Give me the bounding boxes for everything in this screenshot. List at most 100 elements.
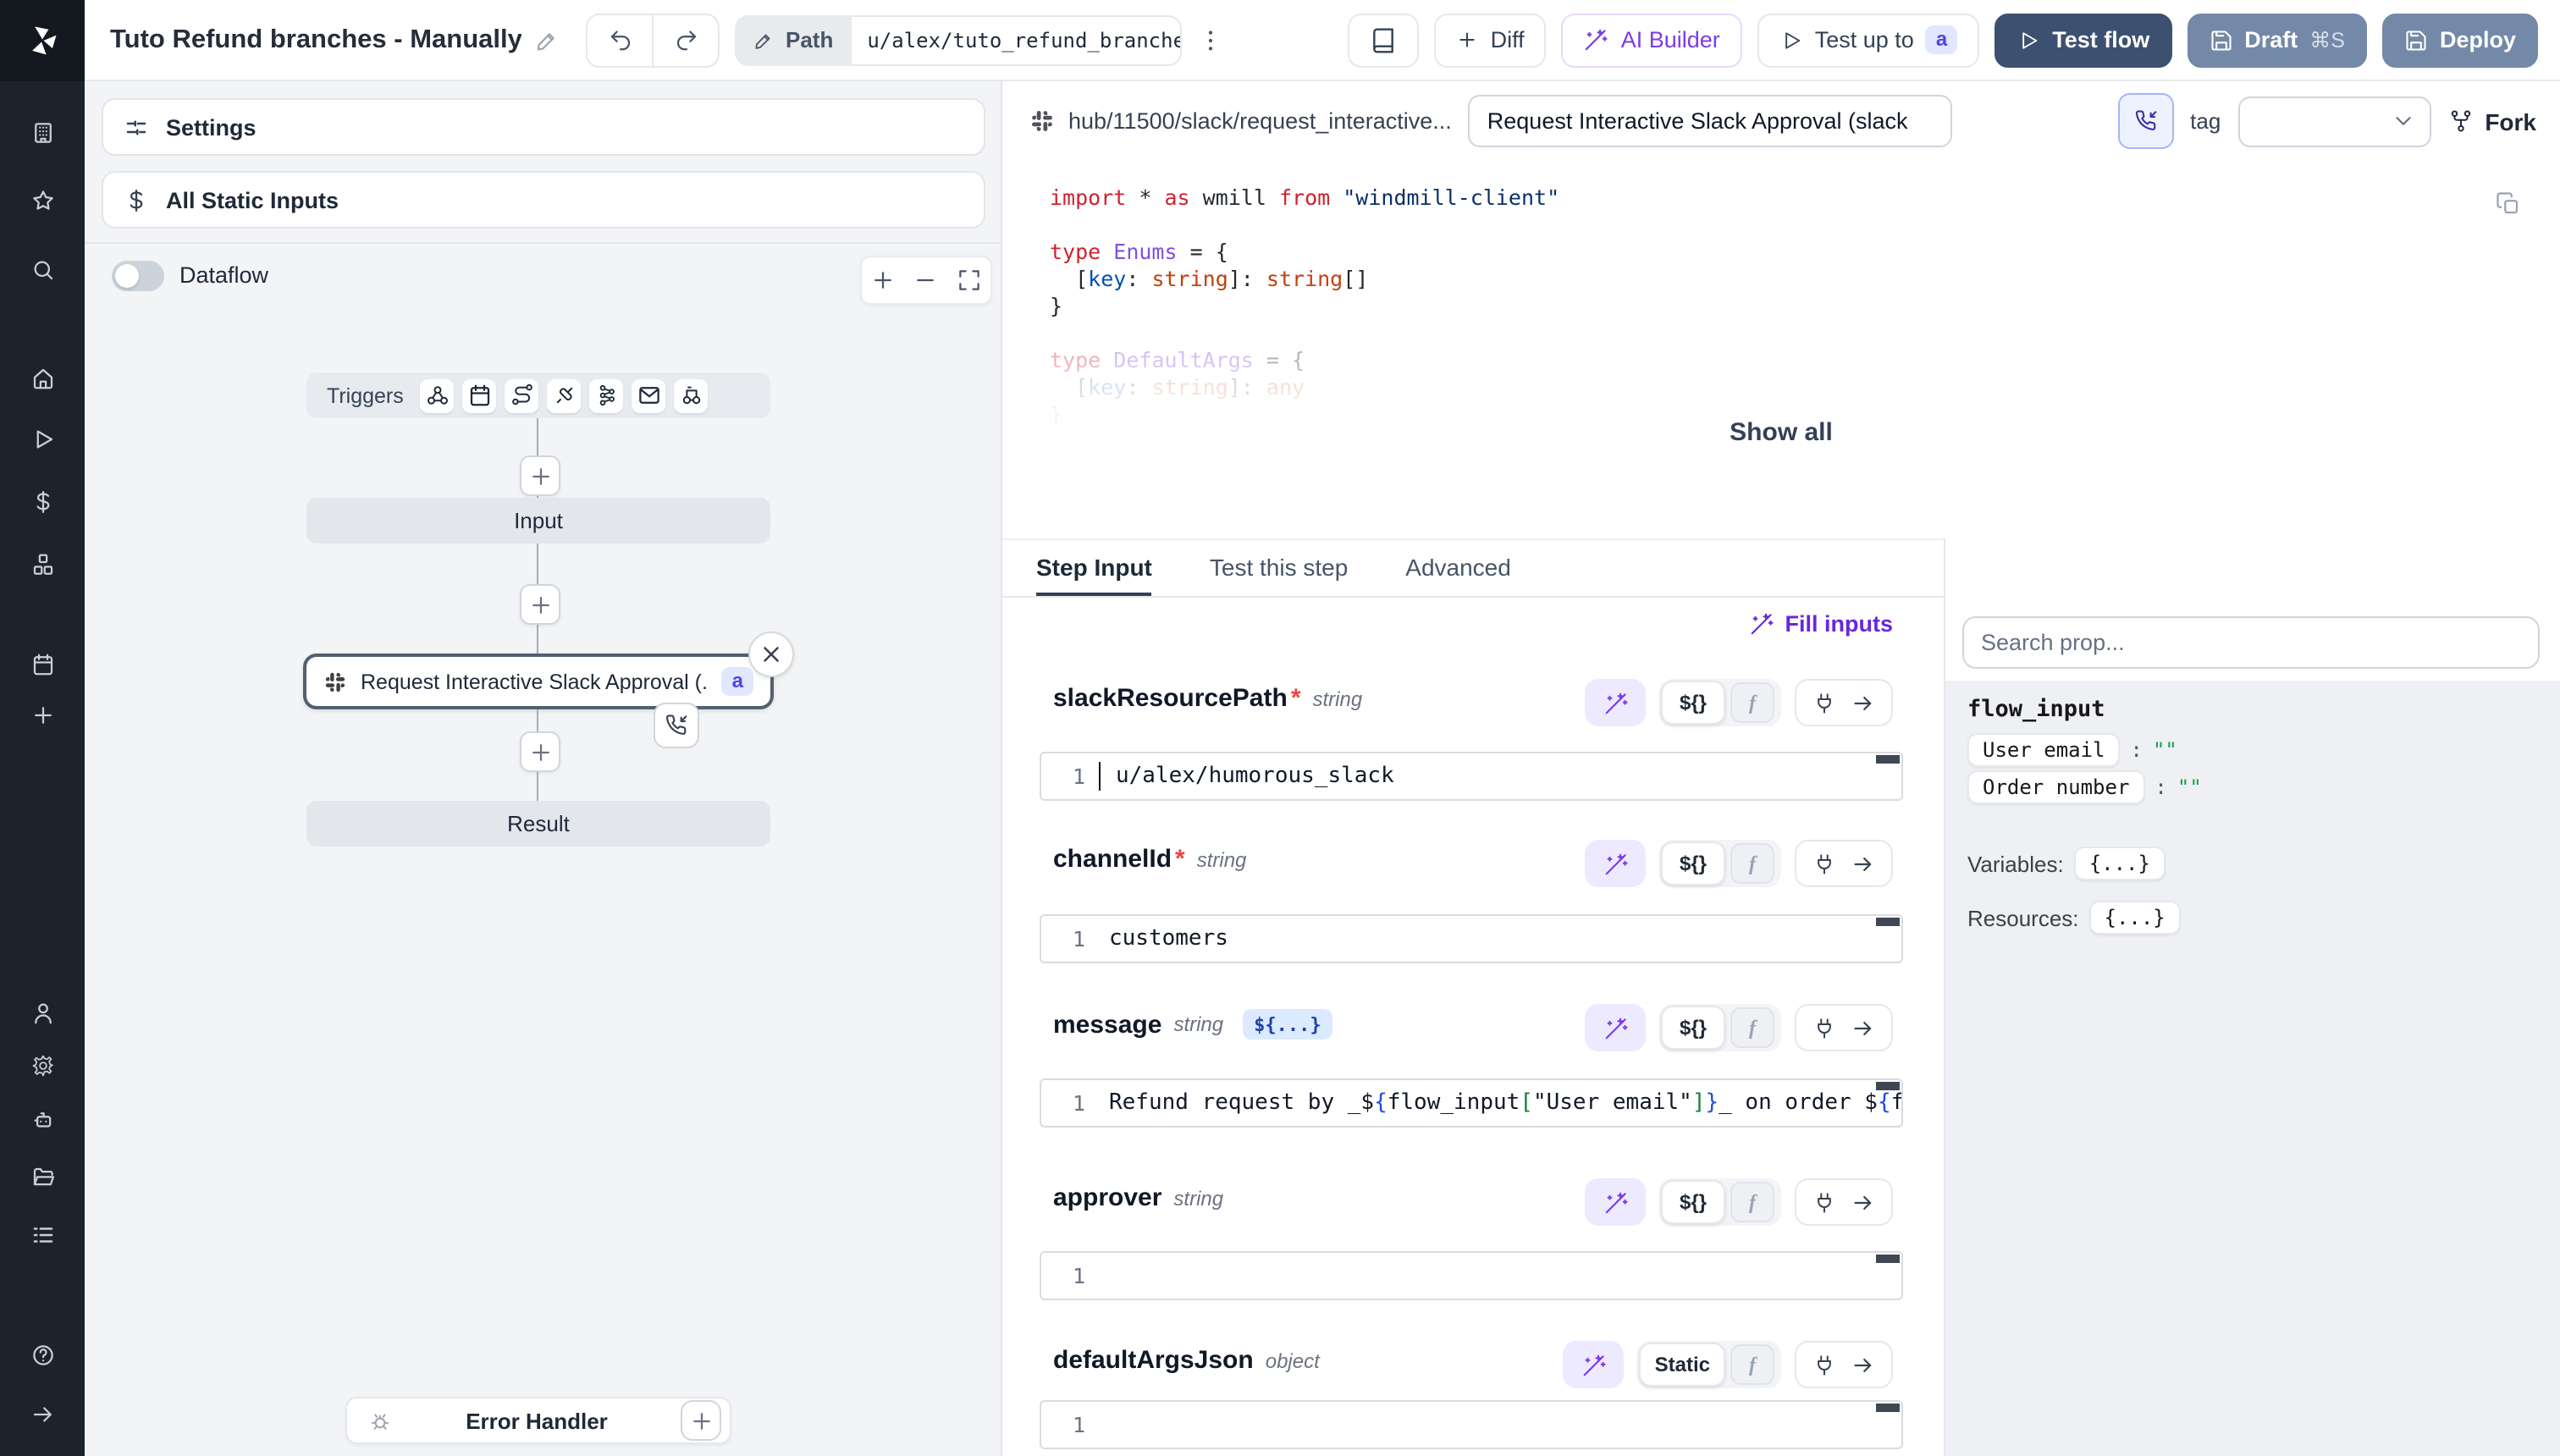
field-editor-message[interactable]: 1 Refund request by _${flow_input["User … [1040, 1078, 1903, 1128]
settings-card[interactable]: Settings [102, 98, 985, 156]
insert-step-button-3[interactable] [520, 731, 560, 772]
search-prop-input[interactable] [1962, 616, 2540, 669]
ai-fill-wand-button[interactable] [1585, 1004, 1646, 1051]
users-person-icon[interactable] [0, 1001, 85, 1026]
dataflow-toggle[interactable] [112, 261, 164, 291]
expr-mode-button[interactable]: ${} [1661, 841, 1725, 885]
tag-select[interactable] [2237, 96, 2430, 146]
field-buttons-slackResourcePath: ${}f [1585, 679, 1893, 726]
audit-logs-list-icon[interactable] [0, 1222, 85, 1248]
prop-key-pill[interactable]: Order number [1967, 770, 2144, 804]
schedule-trigger-icon[interactable] [463, 378, 497, 412]
prop-key-pill[interactable]: User email [1967, 733, 2121, 767]
ai-builder-button[interactable]: AI Builder [1562, 13, 1742, 67]
connect-input-button[interactable] [1795, 1341, 1893, 1388]
fx-toggle-button[interactable]: f [1730, 1007, 1774, 1048]
resources-row: Resources: {...} [1967, 901, 2181, 935]
expr-mode-button[interactable]: ${} [1661, 681, 1725, 725]
folders-icon[interactable] [0, 1165, 85, 1190]
expand-sidebar-arrow-icon[interactable] [0, 1402, 85, 1427]
ai-fill-wand-button[interactable] [1585, 1178, 1646, 1226]
connect-input-button[interactable] [1795, 840, 1893, 887]
tab-test-this-step[interactable]: Test this step [1210, 540, 1348, 596]
test-flow-button[interactable]: Test flow [1994, 13, 2171, 67]
email-trigger-icon[interactable] [632, 378, 666, 412]
ai-fill-wand-button[interactable] [1585, 840, 1646, 887]
code-editor[interactable]: import * as wmill from "windmill-client"… [1002, 161, 2560, 538]
error-handler-node[interactable]: Error Handler [345, 1397, 731, 1444]
edit-title-pencil-icon[interactable] [536, 28, 560, 52]
fx-toggle-button[interactable]: f [1730, 843, 1774, 884]
docs-book-button[interactable] [1349, 13, 1420, 67]
connect-input-button[interactable] [1795, 1178, 1893, 1226]
path-pencil-icon [753, 30, 774, 50]
tab-step-input[interactable]: Step Input [1036, 540, 1152, 596]
connect-input-button[interactable] [1795, 1004, 1893, 1051]
add-plus-icon[interactable] [0, 703, 85, 728]
variables-dollar-icon[interactable] [0, 489, 85, 515]
variables-expand-pill[interactable]: {...} [2074, 847, 2166, 880]
fx-toggle-button[interactable]: f [1730, 1344, 1774, 1385]
kafka-trigger-icon[interactable] [590, 378, 624, 412]
deploy-button[interactable]: Deploy [2382, 13, 2538, 67]
ai-fill-wand-button[interactable] [1564, 1341, 1625, 1388]
fit-view-icon[interactable] [957, 267, 982, 293]
draft-button[interactable]: Draft⌘S [2187, 13, 2367, 67]
search-icon[interactable] [0, 257, 85, 283]
poll-trigger-icon[interactable] [675, 378, 709, 412]
undo-button[interactable] [588, 14, 652, 65]
field-editor-approver[interactable]: 1 [1040, 1251, 1903, 1300]
expr-mode-button[interactable]: ${} [1661, 1180, 1725, 1224]
triggers-bar[interactable]: Triggers [306, 372, 770, 418]
fork-button[interactable]: Fork [2447, 108, 2536, 135]
workspace-building-icon[interactable] [0, 120, 85, 146]
windmill-logo-icon[interactable] [0, 0, 85, 81]
test-up-to-button[interactable]: Test up toa [1757, 13, 1979, 67]
hub-script-path[interactable]: hub/11500/slack/request_interactive... [1029, 108, 1452, 134]
webhook-trigger-icon[interactable] [421, 378, 455, 412]
step-summary-input[interactable]: Request Interactive Slack Approval (slac… [1469, 95, 1953, 147]
suspend-settings-phone-button[interactable] [2117, 93, 2173, 149]
fx-toggle-button[interactable]: f [1730, 1182, 1774, 1222]
insert-step-button-2[interactable] [520, 584, 560, 625]
field-editor-slackResourcePath[interactable]: 1 u/alex/humorous_slack [1040, 752, 1903, 801]
path-input[interactable]: u/alex/tuto_refund_branches_ [852, 14, 1182, 65]
suspend-phone-incoming-icon[interactable] [654, 703, 699, 748]
ai-fill-wand-button[interactable] [1585, 679, 1646, 726]
home-icon[interactable] [0, 366, 85, 391]
copy-code-icon[interactable] [2496, 191, 2521, 225]
settings-gear-icon[interactable] [0, 1053, 85, 1078]
schedules-calendar-icon[interactable] [0, 652, 85, 677]
workers-robot-icon[interactable] [0, 1107, 85, 1133]
http-route-trigger-icon[interactable] [505, 378, 539, 412]
field-editor-channelId[interactable]: 1 customers [1040, 914, 1903, 963]
expr-mode-button[interactable]: ${} [1661, 1006, 1725, 1050]
fill-inputs-button[interactable]: Fill inputs [1750, 611, 1894, 637]
field-editor-defaultArgsJson[interactable]: 1 [1040, 1400, 1903, 1449]
arrow-right-icon [1851, 851, 1876, 876]
show-all-button[interactable]: Show all [1002, 418, 2560, 447]
more-options-kebab-icon[interactable] [1197, 26, 1224, 53]
resources-cubes-icon[interactable] [0, 552, 85, 577]
add-error-handler-button[interactable] [681, 1400, 721, 1441]
favorites-star-icon[interactable] [0, 188, 85, 213]
zoom-in-icon[interactable] [870, 267, 896, 293]
help-icon[interactable] [0, 1343, 85, 1368]
static-mode-button[interactable]: Static [1640, 1343, 1725, 1387]
input-node[interactable]: Input [306, 498, 770, 543]
resources-expand-pill[interactable]: {...} [2089, 901, 2181, 935]
canvas-zoom-controls [860, 256, 992, 305]
redo-button[interactable] [652, 14, 718, 65]
result-node[interactable]: Result [306, 801, 770, 847]
connect-input-button[interactable] [1795, 679, 1893, 726]
insert-step-button-1[interactable] [520, 455, 560, 496]
all-static-inputs-card[interactable]: All Static Inputs [102, 171, 985, 229]
websocket-trigger-icon[interactable] [548, 378, 582, 412]
fx-toggle-button[interactable]: f [1730, 682, 1774, 723]
runs-play-icon[interactable] [0, 427, 85, 452]
zoom-out-icon[interactable] [913, 267, 939, 293]
diff-button[interactable]: Diff [1435, 13, 1547, 67]
tab-advanced[interactable]: Advanced [1405, 540, 1511, 596]
slack-approval-step-node[interactable]: Request Interactive Slack Approval (... … [303, 654, 774, 709]
remove-step-close-icon[interactable] [748, 631, 794, 677]
